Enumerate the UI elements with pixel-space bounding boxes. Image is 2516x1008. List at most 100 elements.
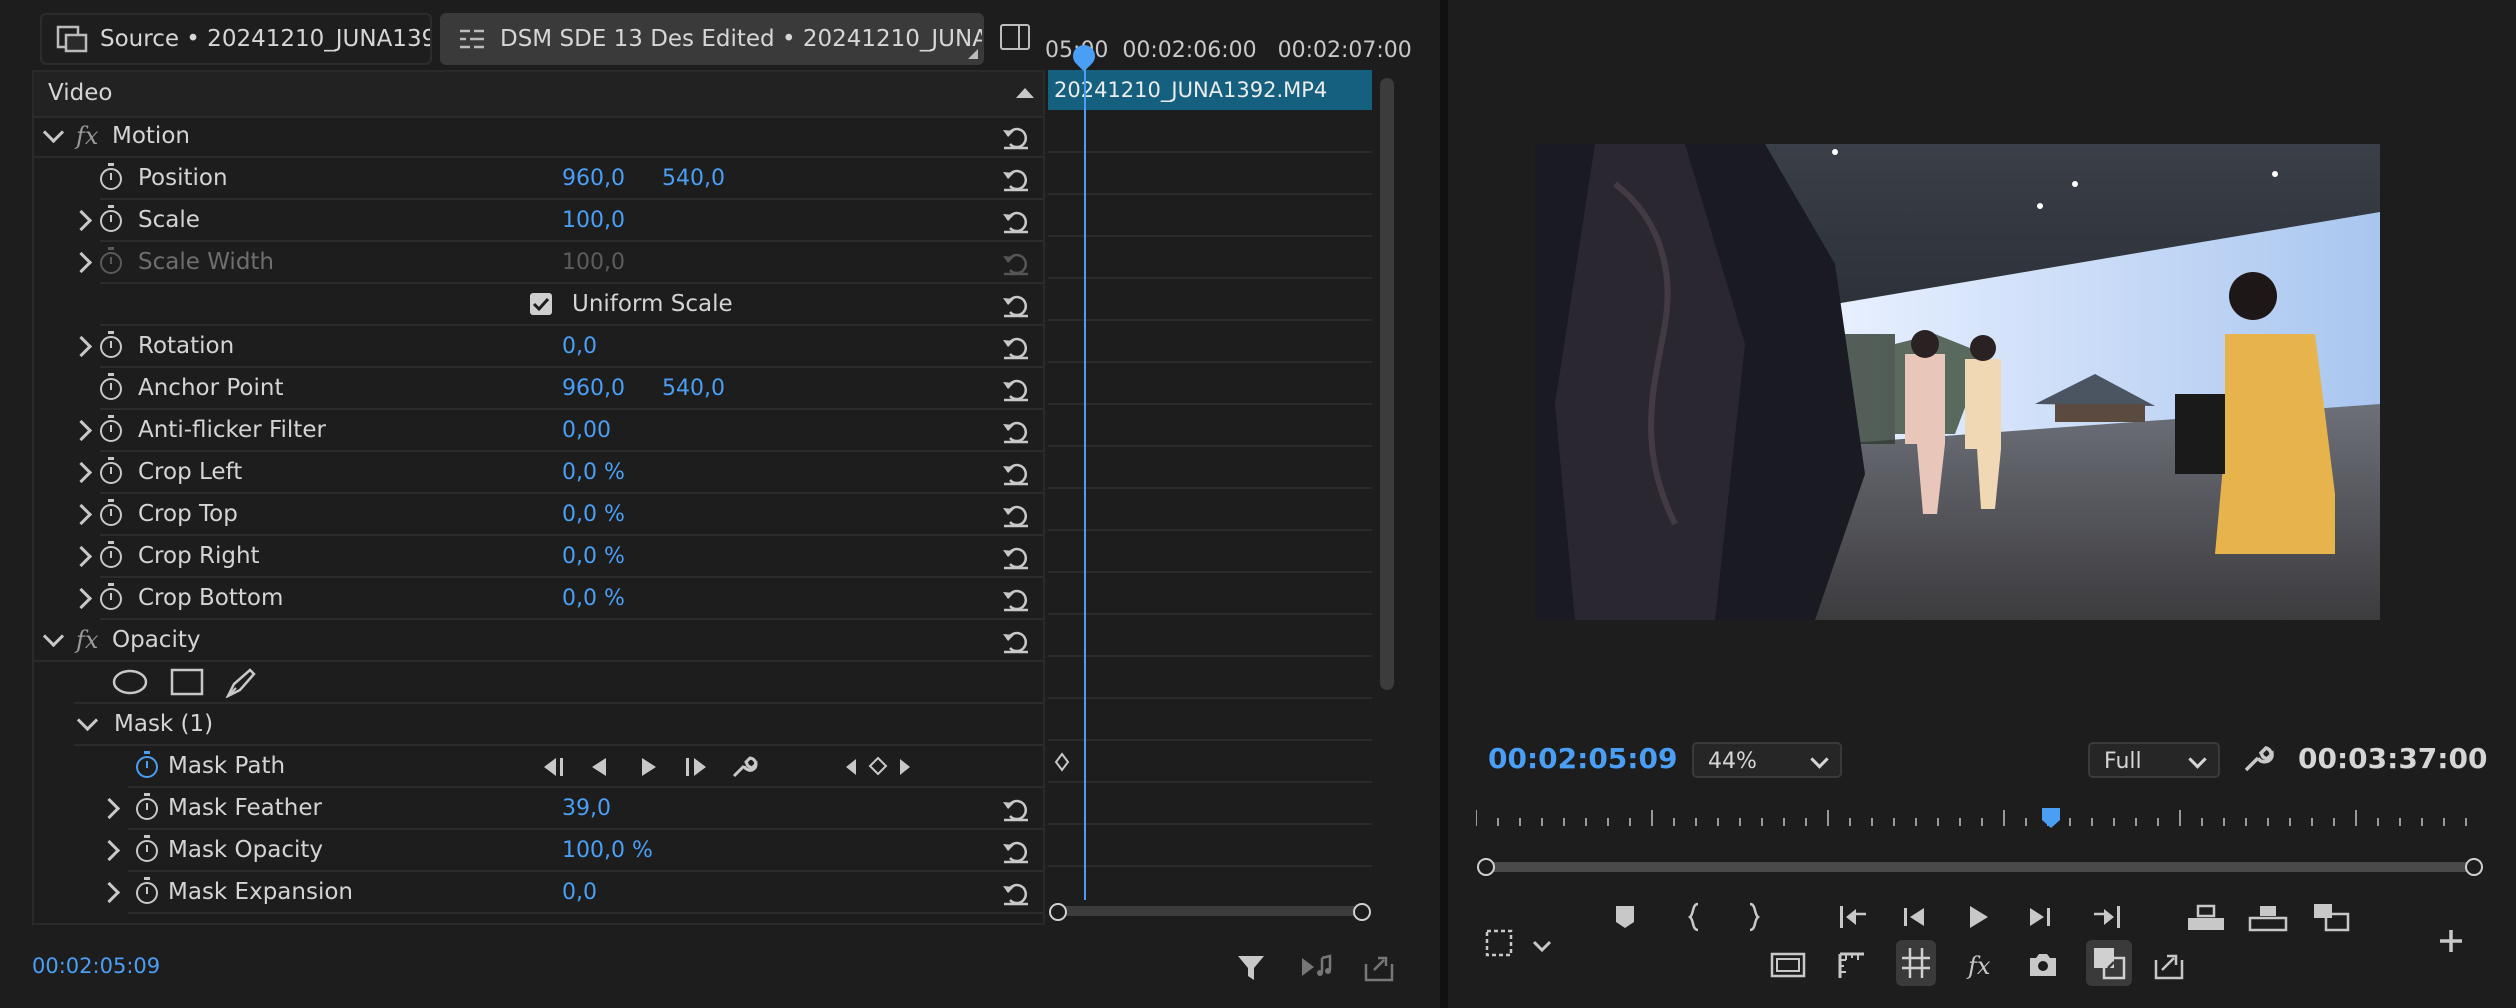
chevron-right-icon[interactable] [98, 797, 121, 820]
chevron-right-icon[interactable] [70, 545, 93, 568]
export-icon[interactable] [1364, 952, 1396, 982]
chevron-right-icon[interactable] [70, 251, 93, 274]
extract-icon[interactable] [2248, 900, 2288, 934]
reset-icon[interactable] [1000, 206, 1032, 236]
stopwatch-icon[interactable] [136, 835, 158, 862]
chevron-right-icon[interactable] [70, 335, 93, 358]
reset-icon[interactable] [1000, 878, 1032, 908]
vertical-scrollbar[interactable] [1380, 78, 1394, 690]
chevron-right-icon[interactable] [70, 209, 93, 232]
mark-in-icon[interactable] [1678, 900, 1712, 934]
guides-button[interactable] [1896, 940, 1936, 986]
program-time-ruler[interactable] [1476, 808, 2486, 828]
reset-icon[interactable] [1000, 626, 1032, 656]
chevron-right-icon[interactable] [98, 839, 121, 862]
step-forward-icon[interactable] [2022, 900, 2056, 934]
param-value[interactable]: 0,0 % [562, 536, 625, 578]
param-value-x[interactable]: 960,0 [562, 368, 625, 410]
param-value-y[interactable]: 540,0 [662, 158, 725, 200]
reset-icon[interactable] [1000, 416, 1032, 446]
stopwatch-icon[interactable] [100, 457, 122, 484]
stopwatch-icon[interactable] [100, 541, 122, 568]
comparison-view-button[interactable] [2086, 940, 2132, 986]
reset-icon[interactable] [1000, 542, 1032, 572]
prev-keyframe-icon[interactable] [844, 758, 858, 776]
filter-icon[interactable] [1236, 952, 1266, 982]
zoom-bar-left-handle[interactable] [1049, 903, 1067, 921]
stopwatch-icon[interactable] [136, 793, 158, 820]
keyframe-marker[interactable] [1054, 752, 1070, 772]
param-value[interactable]: 100,0 % [562, 830, 653, 872]
opacity-header[interactable]: fx Opacity [34, 620, 1043, 662]
playback-resolution-dropdown[interactable]: Full [2088, 742, 2220, 778]
program-playhead[interactable] [2042, 808, 2060, 828]
lift-icon[interactable] [2186, 900, 2226, 934]
track-forward-one-icon[interactable] [638, 756, 658, 778]
chevron-right-icon[interactable] [98, 881, 121, 904]
timeline-zoom-bar[interactable] [1058, 906, 1362, 916]
tab-effect-controls[interactable]: DSM SDE 13 Des Edited • 20241210_JUNA13.… [440, 13, 984, 65]
go-to-out-icon[interactable] [2090, 900, 2124, 934]
step-back-icon[interactable] [1898, 900, 1932, 934]
go-to-in-icon[interactable] [1836, 900, 1870, 934]
chevron-down-icon[interactable] [42, 625, 65, 648]
reset-icon[interactable] [1000, 794, 1032, 824]
reset-icon[interactable] [1000, 122, 1032, 152]
panel-divider[interactable] [1440, 0, 1448, 1008]
keyframe-track-area[interactable] [1048, 110, 1372, 900]
effect-controls-timecode[interactable]: 00:02:05:09 [32, 954, 160, 978]
reset-icon[interactable] [1000, 332, 1032, 362]
ellipse-mask-icon[interactable] [112, 668, 148, 696]
mask-header[interactable]: Mask (1) [74, 704, 1043, 746]
stopwatch-icon[interactable] [100, 373, 122, 400]
param-value[interactable]: 0,0 [562, 872, 597, 914]
param-value-y[interactable]: 540,0 [662, 368, 725, 410]
reset-icon[interactable] [1000, 836, 1032, 866]
add-keyframe-icon[interactable] [868, 756, 888, 776]
selection-box-icon[interactable] [1482, 926, 1516, 960]
export-share-icon[interactable] [2152, 948, 2186, 982]
mark-out-icon[interactable] [1736, 900, 1770, 934]
program-current-timecode[interactable]: 00:02:05:09 [1488, 742, 1677, 775]
reset-icon[interactable] [1000, 584, 1032, 614]
chevron-right-icon[interactable] [70, 461, 93, 484]
stopwatch-icon[interactable] [100, 499, 122, 526]
fx-toggle-icon[interactable]: fx [1962, 948, 1996, 982]
play-audio-only-icon[interactable] [1300, 952, 1334, 982]
stopwatch-icon[interactable] [100, 205, 122, 232]
param-value-x[interactable]: 960,0 [562, 158, 625, 200]
chevron-down-icon[interactable] [76, 709, 99, 732]
stopwatch-icon[interactable] [136, 877, 158, 904]
collapse-up-icon[interactable] [1016, 86, 1034, 100]
uniform-scale-checkbox[interactable] [530, 293, 552, 315]
scrub-left-handle[interactable] [1477, 858, 1495, 876]
reset-icon[interactable] [1000, 164, 1032, 194]
reset-icon[interactable] [1000, 374, 1032, 404]
zoom-bar-right-handle[interactable] [1353, 903, 1371, 921]
chevron-right-icon[interactable] [70, 419, 93, 442]
panel-toggle-icon[interactable] [1000, 24, 1030, 50]
camera-icon[interactable] [2026, 948, 2060, 982]
motion-header[interactable]: fx Motion [34, 116, 1043, 158]
tab-source[interactable]: Source • 20241210_JUNA1392... [40, 13, 432, 65]
rulers-icon[interactable] [1834, 948, 1868, 982]
param-value[interactable]: 0,0 [562, 326, 597, 368]
track-settings-wrench-icon[interactable] [730, 754, 758, 780]
param-value[interactable]: 39,0 [562, 788, 611, 830]
program-video-frame[interactable] [1535, 144, 2380, 620]
reset-icon[interactable] [1000, 500, 1032, 530]
param-value[interactable]: 100,0 [562, 200, 625, 242]
param-value[interactable]: 0,0 % [562, 452, 625, 494]
stopwatch-icon[interactable] [100, 583, 122, 610]
reset-icon[interactable] [1000, 290, 1032, 320]
zoom-level-dropdown[interactable]: 44% [1692, 742, 1842, 778]
reset-icon[interactable] [1000, 458, 1032, 488]
safe-margins-icon[interactable] [1768, 948, 1808, 982]
export-frame-multi-icon[interactable] [2312, 900, 2352, 934]
pen-mask-icon[interactable] [224, 666, 258, 698]
rectangle-mask-icon[interactable] [170, 668, 204, 696]
fx-icon[interactable]: fx [76, 620, 98, 660]
stopwatch-icon[interactable] [100, 331, 122, 358]
timeline-ruler[interactable]: 05:00 00:02:06:00 00:02:07:00 [1045, 38, 1412, 63]
param-value[interactable]: 0,0 % [562, 494, 625, 536]
